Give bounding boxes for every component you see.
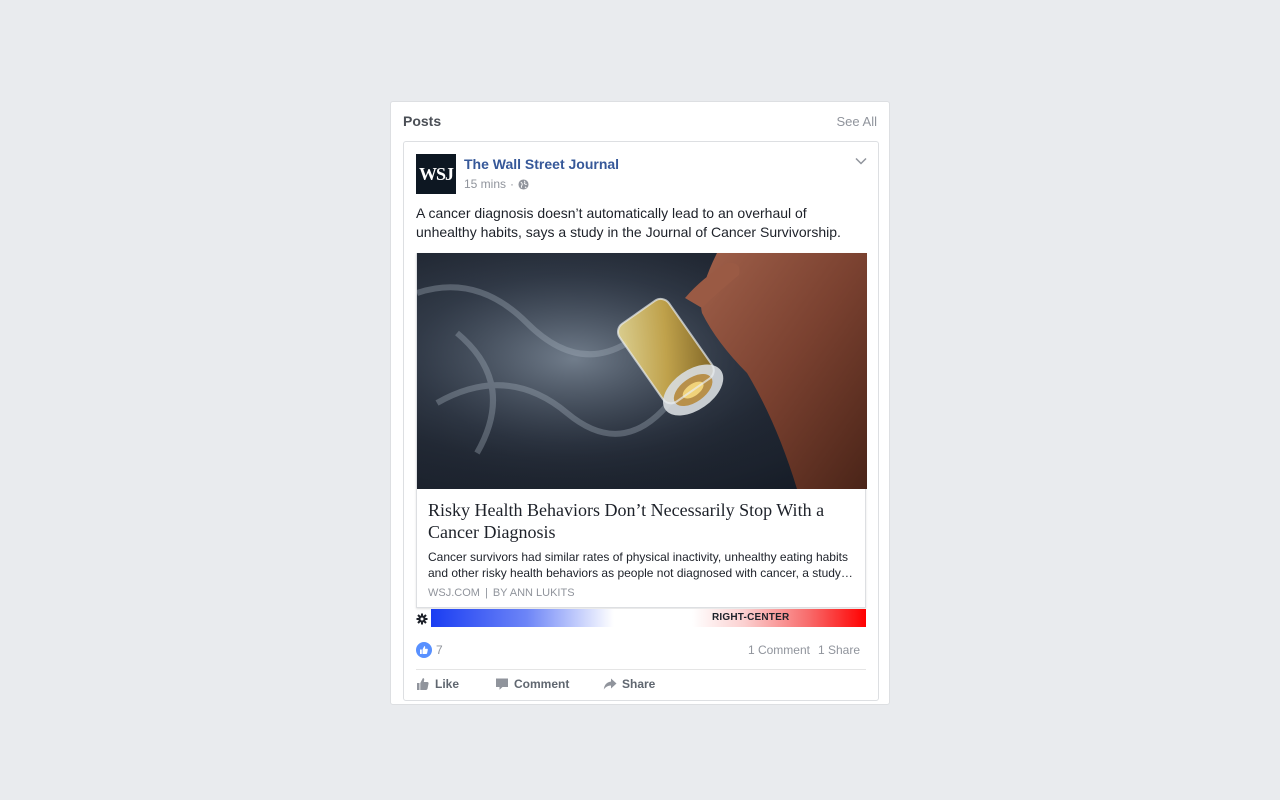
media-bias-indicator: RIGHT-CENTER (416, 609, 866, 627)
timestamp[interactable]: 15 mins (464, 177, 506, 191)
panel-header: Posts See All (403, 113, 877, 133)
share-arrow-icon (603, 678, 617, 690)
link-domain: WSJ.COM (428, 587, 480, 599)
share-label: Share (622, 677, 656, 691)
comment-count[interactable]: 1 Comment (748, 643, 810, 657)
avatar-logo-text: WSJ (418, 163, 454, 184)
reactions-row: 7 1 Comment 1 Share (416, 641, 860, 659)
share-button[interactable]: Share (603, 677, 655, 691)
comment-button[interactable]: Comment (495, 677, 569, 691)
bias-gradient-bar: RIGHT-CENTER (431, 609, 866, 627)
engagement-counts: 1 Comment 1 Share (748, 643, 860, 657)
link-preview[interactable]: Risky Health Behaviors Don’t Necessarily… (416, 253, 867, 608)
share-count[interactable]: 1 Share (818, 643, 860, 657)
thumbs-up-icon (417, 678, 429, 690)
link-description: Cancer survivors had similar rates of ph… (428, 550, 853, 580)
link-title[interactable]: Risky Health Behaviors Don’t Necessarily… (428, 499, 858, 543)
see-all-link[interactable]: See All (837, 114, 877, 129)
posts-panel: Posts See All WSJ The Wall Street Journa… (390, 101, 890, 705)
shot-glass-photo-illustration (417, 253, 867, 489)
link-source-separator: | (484, 587, 488, 599)
link-author: BY ANN LUKITS (492, 587, 575, 599)
post-meta: 15 mins · (464, 177, 529, 191)
comment-icon (496, 678, 508, 690)
like-button[interactable]: Like (416, 677, 459, 691)
divider (416, 669, 866, 670)
link-preview-body: Risky Health Behaviors Don’t Necessarily… (428, 499, 858, 599)
gear-icon[interactable] (416, 613, 428, 625)
like-reaction-icon[interactable] (416, 642, 432, 658)
comment-label: Comment (514, 677, 570, 691)
avatar[interactable]: WSJ (416, 154, 456, 194)
post-card: WSJ The Wall Street Journal 15 mins · A … (403, 141, 879, 701)
panel-title: Posts (403, 113, 442, 129)
action-bar: Like Comment Share (416, 675, 866, 695)
meta-separator: · (510, 177, 515, 191)
like-count[interactable]: 7 (436, 643, 443, 657)
like-label: Like (435, 677, 460, 691)
link-preview-image (417, 253, 867, 489)
link-source: WSJ.COM | BY ANN LUKITS (428, 587, 858, 599)
page-name-link[interactable]: The Wall Street Journal (464, 156, 619, 172)
post-text: A cancer diagnosis doesn’t automatically… (416, 205, 841, 240)
bias-label: RIGHT-CENTER (712, 612, 790, 623)
globe-icon (518, 178, 529, 190)
chevron-down-icon[interactable] (854, 154, 868, 168)
